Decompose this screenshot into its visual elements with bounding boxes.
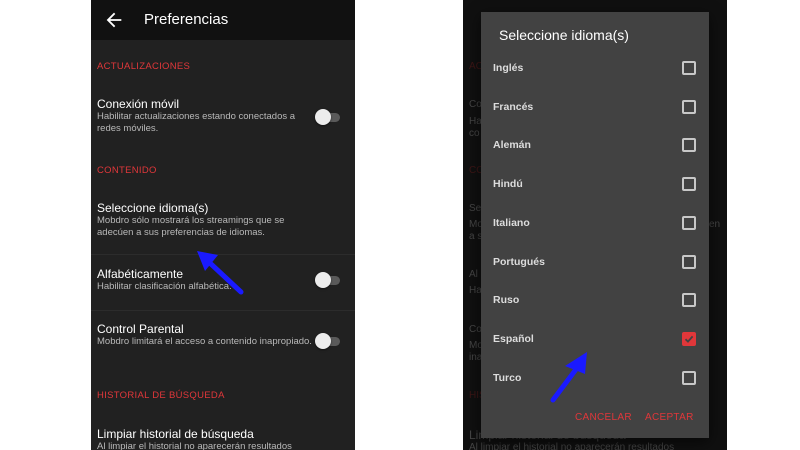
- checkbox-checked[interactable]: [682, 332, 696, 346]
- toolbar: Preferencias: [91, 0, 355, 40]
- language-option-turco[interactable]: Turco: [481, 364, 709, 394]
- parental-control-toggle[interactable]: [315, 333, 343, 349]
- pref-summary: Mobdro sólo mostrará los streamings que …: [97, 215, 285, 238]
- cancel-button[interactable]: CANCELAR: [575, 412, 632, 423]
- section-header-content: CONTENIDO: [97, 165, 157, 176]
- language-option-frances[interactable]: Francés: [481, 93, 709, 123]
- option-label: Francés: [493, 101, 534, 113]
- toggle-thumb: [315, 109, 331, 125]
- checkbox[interactable]: [682, 138, 696, 152]
- accept-button[interactable]: ACEPTAR: [645, 412, 694, 423]
- language-option-portugues[interactable]: Portugués: [481, 248, 709, 278]
- pref-title: Limpiar historial de búsqueda: [97, 427, 254, 441]
- language-option-italiano[interactable]: Italiano: [481, 209, 709, 239]
- pref-clear-history[interactable]: Limpiar historial de búsqueda Al limpiar…: [91, 427, 355, 450]
- language-option-espanol[interactable]: Español: [481, 325, 709, 355]
- pref-title: Control Parental: [97, 322, 184, 336]
- checkbox[interactable]: [682, 177, 696, 191]
- option-label: Hindú: [493, 178, 523, 190]
- checkmark-icon: [684, 335, 694, 343]
- pref-summary: Al limpiar el historial no aparecerán re…: [97, 441, 292, 450]
- pref-title: Conexión móvil: [97, 97, 180, 111]
- option-label: Turco: [493, 372, 522, 384]
- pref-title: Alfabéticamente: [97, 267, 184, 281]
- pref-parental-control[interactable]: Control Parental Mobdro limitará el acce…: [91, 322, 355, 366]
- dialog-title: Seleccione idioma(s): [499, 27, 629, 43]
- language-option-aleman[interactable]: Alemán: [481, 131, 709, 161]
- checkbox[interactable]: [682, 371, 696, 385]
- language-dialog-screen: ACTU Co Ha co CO Se Mo a s en Al Ha Co M…: [463, 0, 727, 450]
- option-label: Italiano: [493, 217, 530, 229]
- language-option-ruso[interactable]: Ruso: [481, 286, 709, 316]
- toggle-thumb: [315, 333, 331, 349]
- checkbox[interactable]: [682, 255, 696, 269]
- option-label: Portugués: [493, 256, 545, 268]
- back-arrow-icon[interactable]: [103, 9, 125, 31]
- checkbox[interactable]: [682, 100, 696, 114]
- divider: [91, 254, 355, 255]
- language-dialog: Seleccione idioma(s) Inglés Francés Alem…: [481, 12, 709, 438]
- checkbox[interactable]: [682, 61, 696, 75]
- pref-summary: Habilitar actualizaciones estando conect…: [97, 111, 296, 134]
- pref-select-languages[interactable]: Seleccione idioma(s) Mobdro sólo mostrar…: [91, 201, 355, 245]
- alphabetical-toggle[interactable]: [315, 272, 343, 288]
- page-title: Preferencias: [144, 11, 229, 28]
- language-option-hindu[interactable]: Hindú: [481, 170, 709, 200]
- option-label: Español: [493, 333, 534, 345]
- option-label: Inglés: [493, 62, 524, 74]
- section-header-search-history: HISTORIAL DE BÚSQUEDA: [97, 390, 225, 401]
- pref-summary: Habilitar clasificación alfabética.: [97, 281, 232, 292]
- pref-title: Seleccione idioma(s): [97, 201, 209, 215]
- checkbox[interactable]: [682, 216, 696, 230]
- language-option-ingles[interactable]: Inglés: [481, 54, 709, 84]
- pref-summary: Mobdro limitará el acceso a contenido in…: [97, 336, 312, 347]
- preferences-screen: Preferencias ACTUALIZACIONES Conexión mó…: [91, 0, 355, 450]
- checkbox[interactable]: [682, 293, 696, 307]
- section-header-updates: ACTUALIZACIONES: [97, 61, 191, 72]
- option-label: Ruso: [493, 294, 520, 306]
- toggle-thumb: [315, 272, 331, 288]
- option-label: Alemán: [493, 139, 531, 151]
- mobile-connection-toggle[interactable]: [315, 109, 343, 125]
- pref-alphabetical[interactable]: Alfabéticamente Habilitar clasificación …: [91, 267, 355, 303]
- divider: [91, 310, 355, 311]
- pref-mobile-connection[interactable]: Conexión móvil Habilitar actualizaciones…: [91, 97, 355, 141]
